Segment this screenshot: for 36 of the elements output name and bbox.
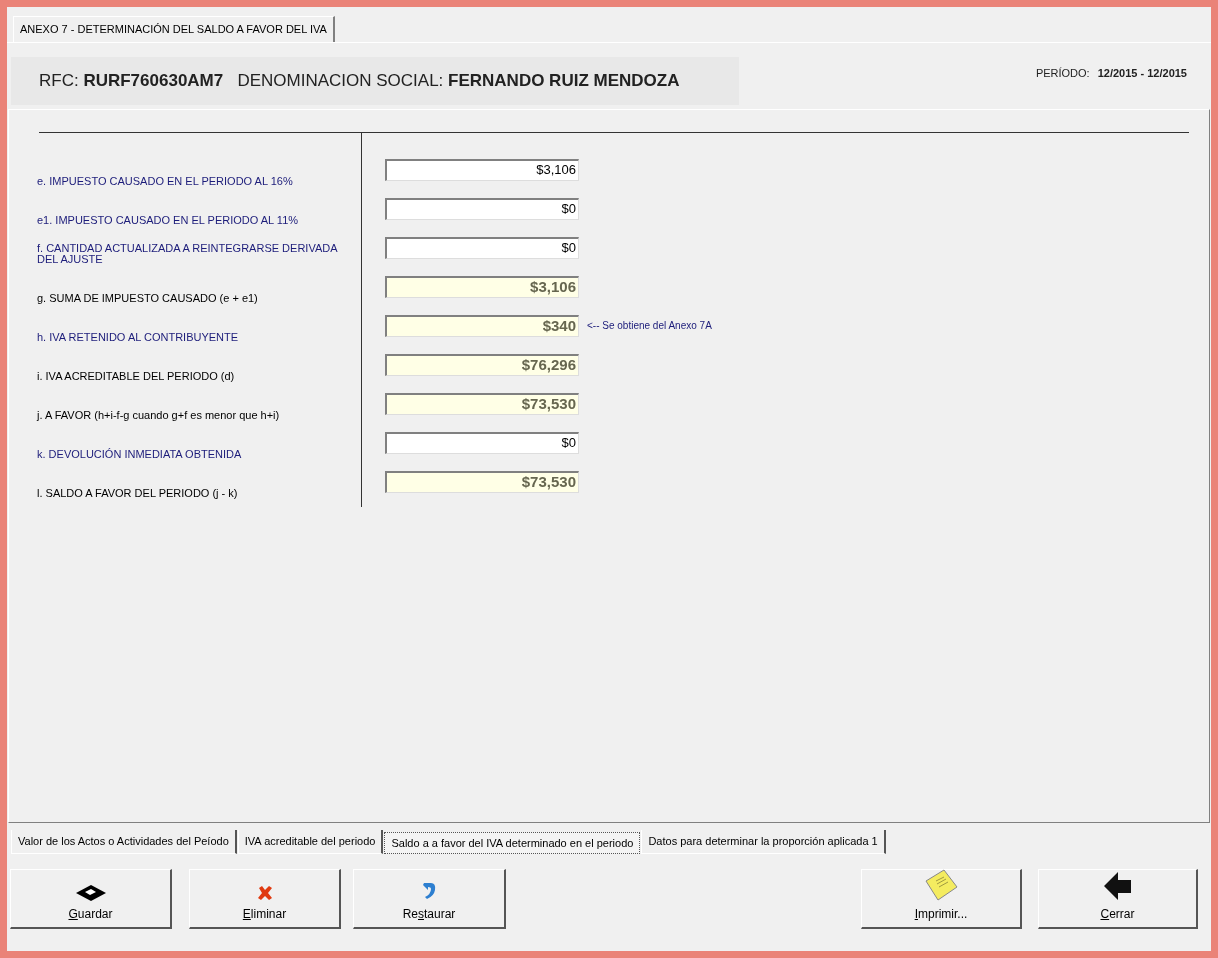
- period-label: PERÍODO:: [1035, 65, 1090, 81]
- field-label: l. SALDO A FAVOR DEL PERIODO (j - k): [37, 488, 239, 501]
- input-field[interactable]: $0: [385, 432, 579, 454]
- tab[interactable]: Saldo a a favor del IVA determinado en el periodo: [384, 832, 641, 854]
- computed-field: $73,530: [385, 393, 579, 415]
- delete-button[interactable]: Eliminar: [189, 869, 341, 929]
- tab[interactable]: Datos para determinar la proporción aplicada 1: [641, 830, 886, 854]
- field-label: g. SUMA DE IMPUESTO CAUSADO (e + e1): [37, 293, 259, 306]
- field-label: i. IVA ACREDITABLE DEL PERIODO (d): [37, 371, 236, 384]
- company-info: RFC: RURF760630AM7 DENOMINACION SOCIAL: FERNANDO RUIZ MENDOZA: [39, 70, 680, 93]
- restore-button[interactable]: Restaurar: [353, 869, 506, 929]
- input-field[interactable]: $0: [385, 198, 579, 220]
- close-button[interactable]: Cerrar: [1038, 869, 1198, 929]
- computed-field: $73,530: [385, 471, 579, 493]
- computed-field: $76,296: [385, 354, 579, 376]
- input-field[interactable]: $3,106: [385, 159, 579, 181]
- computed-field: $3,106: [385, 276, 579, 298]
- period-value: 12/2015 - 12/2015: [1097, 65, 1187, 81]
- left-arrow-icon: [1103, 871, 1132, 901]
- field-label: j. A FAVOR (h+i-f-g cuando g+f es menor que h+i): [37, 410, 281, 423]
- window-tab[interactable]: ANEXO 7 - DETERMINACIÓN DEL SALDO A FAVOR DEL IVA: [13, 16, 335, 42]
- print-button[interactable]: Imprimir...: [861, 869, 1022, 929]
- tab[interactable]: Valor de los Actos o Actividades del Peíodo: [11, 830, 237, 854]
- field-note: <-- Se obtiene del Anexo 7A: [587, 319, 712, 333]
- tab[interactable]: IVA acreditable del periodo: [237, 830, 384, 854]
- computed-field: $340: [385, 315, 579, 337]
- save-button[interactable]: Guardar: [10, 869, 172, 929]
- curved-arrow-icon: [421, 881, 437, 901]
- field-label: e1. IMPUESTO CAUSADO EN EL PERIODO AL 11%: [37, 215, 300, 228]
- field-label: k. DEVOLUCIÓN INMEDIATA OBTENIDA: [37, 449, 243, 462]
- close-icon: [256, 885, 273, 901]
- sticky-note-icon: [924, 869, 958, 901]
- field-label: h. IVA RETENIDO AL CONTRIBUYENTE: [37, 332, 240, 345]
- input-field[interactable]: $0: [385, 237, 579, 259]
- field-label: f. CANTIDAD ACTUALIZADA A REINTEGRARSE DERIVADA DEL AJUSTE: [37, 243, 337, 267]
- field-label: e. IMPUESTO CAUSADO EN EL PERIODO AL 16%: [37, 176, 294, 189]
